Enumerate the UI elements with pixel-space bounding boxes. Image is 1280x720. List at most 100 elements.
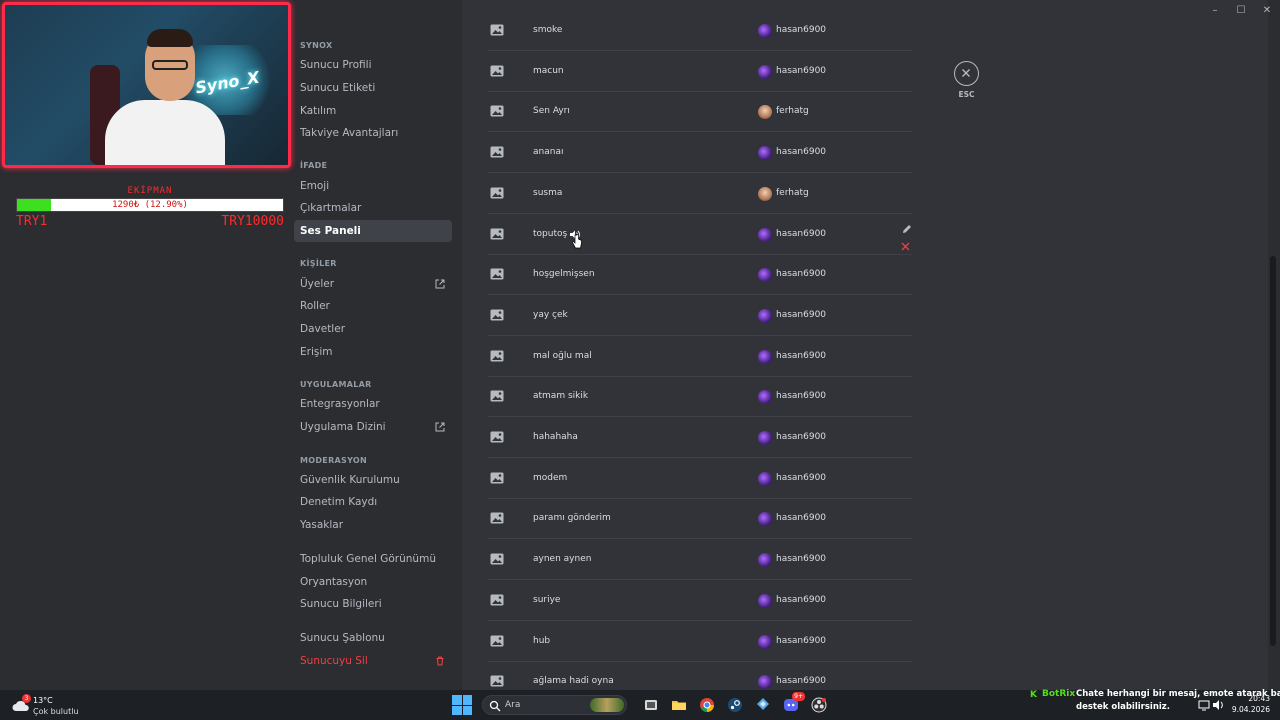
donation-title: EKİPMAN	[127, 186, 173, 196]
uploader-name: hasan6900	[776, 309, 827, 320]
sound-name: Sen Ayrı	[533, 106, 570, 117]
sound-name: toputoş	[533, 228, 568, 239]
close-icon	[954, 61, 979, 86]
sound-row[interactable]: ananaı hasan6900	[488, 132, 912, 174]
uploader-name: hasan6900	[776, 65, 827, 76]
sound-row[interactable]: paramı gönderim hasan6900	[488, 498, 912, 540]
system-tray: K BotRix Chate herhangi bir mesaj, emote…	[1028, 689, 1280, 720]
nav-item-emoji[interactable]: Emoji	[294, 175, 452, 197]
uploader-name: ferhatg	[776, 106, 809, 117]
nav-item-soundboard[interactable]: Ses Paneli	[294, 220, 452, 242]
windows-start-icon[interactable]	[452, 695, 472, 715]
delete-icon[interactable]	[901, 242, 910, 251]
file-explorer-icon[interactable]	[668, 694, 690, 716]
nav-item-server-tag[interactable]: Sunucu Etiketi	[294, 77, 452, 99]
network-app-icon[interactable]	[752, 694, 774, 716]
image-icon	[490, 553, 504, 565]
maximize-button[interactable]: ☐	[1228, 0, 1254, 22]
sound-row[interactable]: toputoş hasan6900	[488, 214, 912, 255]
image-icon	[490, 24, 504, 36]
uploader-avatar	[758, 431, 772, 445]
nav-item-community-overview[interactable]: Topluluk Genel Görünümü	[294, 548, 452, 570]
nav-item-safety-setup[interactable]: Güvenlik Kurulumu	[294, 469, 452, 491]
donation-progress-bar: 1290₺ (12.90%)	[16, 198, 284, 212]
discord-icon[interactable]: 9+	[780, 692, 805, 716]
nav-item-bans[interactable]: Yasaklar	[294, 514, 452, 536]
nav-item-members[interactable]: Üyeler	[294, 273, 452, 295]
weather-badge: 3	[22, 694, 31, 703]
nav-item-server-info[interactable]: Sunucu Bilgileri	[294, 593, 452, 615]
nav-item-stickers[interactable]: Çıkartmalar	[294, 197, 452, 219]
sound-row[interactable]: hahahaha hasan6900	[488, 417, 912, 458]
sound-row[interactable]: aynen aynen hasan6900	[488, 539, 912, 581]
botrix-message-line2: destek olabilirsiniz.	[1076, 702, 1170, 712]
uploader-avatar	[758, 471, 772, 486]
edit-icon[interactable]	[902, 224, 912, 234]
image-icon	[490, 65, 504, 77]
image-icon	[490, 594, 504, 606]
nav-item-app-directory[interactable]: Uygulama Dizini	[294, 416, 452, 438]
sound-row[interactable]: Sen Ayrı ferhatg	[488, 91, 912, 133]
nav-item-server-template[interactable]: Sunucu Şablonu	[294, 627, 452, 649]
nav-item-members-label: Üyeler	[300, 278, 335, 290]
uploader-avatar	[758, 64, 772, 79]
sound-row[interactable]: yay çek hasan6900	[488, 295, 912, 336]
uploader-avatar	[758, 268, 772, 283]
external-link-icon	[435, 422, 445, 432]
steam-icon[interactable]	[724, 694, 746, 716]
nav-item-audit-log[interactable]: Denetim Kaydı	[294, 491, 452, 513]
nav-item-integrations[interactable]: Entegrasyonlar	[294, 393, 452, 415]
sound-name: hub	[533, 635, 551, 646]
nav-item-access[interactable]: Erişim	[294, 341, 452, 363]
close-window-button[interactable]: ✕	[1254, 0, 1280, 22]
uploader-avatar	[758, 512, 772, 527]
sound-row[interactable]: hub hasan6900	[488, 621, 912, 662]
nav-item-server-profile[interactable]: Sunucu Profili	[294, 54, 452, 76]
uploader-name: hasan6900	[776, 147, 827, 158]
sound-row[interactable]: mal oğlu mal hasan6900	[488, 336, 912, 377]
uploader-name: ferhatg	[776, 187, 809, 198]
sound-row[interactable]: susma ferhatg	[488, 173, 912, 214]
nav-item-onboarding[interactable]: Oryantasyon	[294, 571, 452, 593]
sound-name: susma	[533, 187, 563, 198]
uploader-avatar	[758, 146, 772, 161]
uploader-name: hasan6900	[776, 25, 827, 35]
scrollbar-thumb[interactable]	[1270, 256, 1276, 646]
minimize-button[interactable]: –	[1202, 0, 1228, 22]
sound-row[interactable]: hoşgelmişsen hasan6900	[488, 254, 912, 296]
nav-header-moderation: MODERASYON	[300, 456, 367, 465]
chrome-icon[interactable]	[696, 694, 718, 716]
nav-item-boost-perks[interactable]: Takviye Avantajları	[294, 122, 452, 144]
screen-icon[interactable]	[1198, 699, 1210, 711]
sound-name: hoşgelmişsen	[533, 269, 595, 280]
donation-max-label: TRY10000	[221, 214, 284, 229]
sound-row[interactable]: atmam sikik hasan6900	[488, 376, 912, 418]
nav-item-invites[interactable]: Davetler	[294, 318, 452, 340]
nav-item-roles[interactable]: Roller	[294, 295, 452, 317]
taskbar-search[interactable]: Ara	[482, 695, 627, 715]
sound-name: yay çek	[533, 309, 568, 320]
weather-temp: 13°C	[33, 696, 53, 705]
system-clock[interactable]: 20:43 9.04.2026	[1232, 693, 1270, 715]
donation-goal: EKİPMAN 1290₺ (12.90%) TRY1 TRY10000	[16, 186, 284, 229]
uploader-avatar	[758, 24, 772, 38]
uploader-name: hasan6900	[776, 635, 827, 646]
sound-row[interactable]: modem hasan6900	[488, 458, 912, 499]
task-view-icon[interactable]	[640, 694, 662, 716]
window-controls: – ☐ ✕	[1202, 0, 1280, 22]
volume-icon[interactable]	[1212, 699, 1224, 711]
obs-icon[interactable]	[808, 694, 830, 716]
sound-row[interactable]: smoke hasan6900	[488, 10, 912, 51]
donation-min-label: TRY1	[16, 214, 48, 229]
clock-time: 20:43	[1248, 694, 1270, 703]
uploader-name: hasan6900	[776, 350, 827, 361]
close-settings-button[interactable]: ESC	[954, 61, 979, 101]
content-scrollbar[interactable]	[1268, 0, 1280, 690]
sound-name: hahahaha	[533, 432, 578, 442]
sound-row[interactable]: macun hasan6900	[488, 51, 912, 92]
hand-cursor-icon	[572, 234, 582, 249]
nav-item-delete-server[interactable]: Sunucuyu Sil	[294, 650, 452, 672]
sound-row[interactable]: suriye hasan6900	[488, 580, 912, 621]
nav-item-app-directory-label: Uygulama Dizini	[300, 421, 386, 433]
nav-item-engagement[interactable]: Katılım	[294, 100, 452, 122]
